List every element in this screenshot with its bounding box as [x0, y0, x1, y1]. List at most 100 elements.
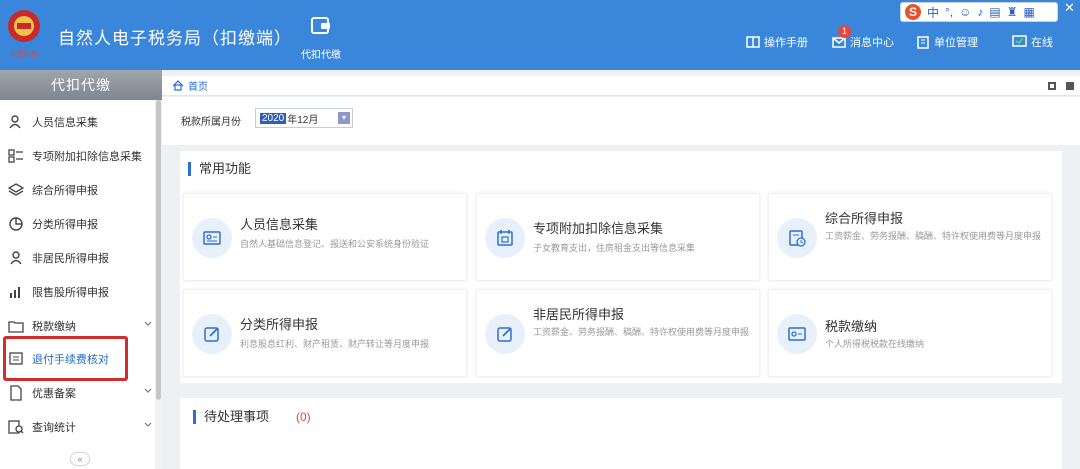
sidebar-item-label: 非居民所得申报: [32, 253, 109, 265]
filter-bar: 税款所属月份 2020 年12月 ▾: [162, 97, 1080, 145]
message-count-badge: 1: [838, 25, 851, 38]
card-tax-payment[interactable]: 税款缴纳 个人所得税税款在线缴纳: [768, 289, 1052, 377]
card-title: 非居民所得申报: [533, 307, 625, 322]
ime-toolbar[interactable]: S 中 °, ☺ ♪ ▤ ♜ ▦: [900, 2, 1058, 22]
sidebar-item-label: 税款缴纳: [32, 321, 76, 333]
card-classified-income[interactable]: 分类所得申报 利息股息红利、财产租赁、财产转让等月度申报: [183, 289, 467, 377]
emoji-icon[interactable]: ☺: [959, 5, 971, 19]
punctuation-icon[interactable]: °,: [945, 5, 953, 19]
card-description: 子女教育支出，住房租金支出等信息采集: [533, 243, 696, 253]
svg-text:中国税务: 中国税务: [10, 49, 38, 58]
common-functions-panel: 常用功能 人员信息采集 自然人基础信息登记、报送和公安系统身份验证 专项附加扣除…: [180, 151, 1062, 383]
breadcrumb-home[interactable]: 首页: [188, 78, 208, 93]
sidebar-item-personnel-info[interactable]: 人员信息采集: [0, 105, 155, 139]
sidebar-item-label: 专项附加扣除信息采集: [32, 151, 142, 163]
card-title: 税款缴纳: [825, 319, 878, 334]
sidebar-item-label: 限售股所得申报: [32, 287, 109, 299]
sidebar-title: 代扣代缴: [0, 70, 162, 100]
sidebar-item-nonresident-income[interactable]: 非居民所得申报: [0, 241, 155, 275]
clipboard-clock-icon: [777, 218, 817, 258]
tax-month-picker[interactable]: 2020 年12月 ▾: [255, 108, 353, 128]
sidebar-item-query-statistics[interactable]: 查询统计: [0, 410, 155, 444]
sidebar-scrollbar[interactable]: [155, 100, 162, 469]
monitor-check-icon: [1012, 35, 1027, 47]
card-nonresident-income[interactable]: 非居民所得申报 工资薪金、劳务报酬、稿酬、特许权使用费等月度申报: [476, 289, 760, 377]
card-title: 分类所得申报: [240, 317, 319, 332]
book-icon: [746, 36, 760, 48]
card-description: 工资薪金、劳务报酬、稿酬、特许权使用费等月度申报: [825, 231, 1042, 241]
sidebar-item-restricted-stock[interactable]: 限售股所得申报: [0, 275, 155, 309]
restore-window-icon[interactable]: [1048, 82, 1056, 90]
tax-emblem-logo: 中国税务: [8, 10, 40, 58]
person-icon: [9, 115, 21, 129]
calendar-document-icon: [485, 218, 525, 258]
app-header: 中国税务 自然人电子税务局（扣缴端） 代扣代缴 操作手册 消息中心 1 单位管理…: [0, 0, 1080, 70]
pending-items-count: (0): [296, 410, 311, 424]
tax-month-value[interactable]: 年12月: [287, 111, 318, 126]
edit-icon: [485, 314, 525, 354]
tax-month-label: 税款所属月份: [181, 117, 241, 128]
tax-year-value[interactable]: 2020: [260, 112, 287, 124]
id-card-icon: [192, 218, 232, 258]
breadcrumb: 首页: [162, 76, 1080, 96]
message-center-label: 消息中心: [850, 37, 894, 49]
maximize-window-icon[interactable]: [1066, 82, 1074, 90]
sidebar-item-special-deduction[interactable]: 专项附加扣除信息采集: [0, 139, 155, 173]
close-icon[interactable]: ✕: [1064, 0, 1075, 16]
skin-icon[interactable]: ♜: [1007, 5, 1018, 19]
search-document-icon: [8, 420, 24, 434]
bar-chart-icon: [10, 287, 20, 298]
sidebar-item-preferential-filing[interactable]: 优惠备案: [0, 376, 155, 410]
scrollbar-thumb[interactable]: [156, 100, 161, 400]
tab-withholding[interactable]: 代扣代缴: [296, 14, 346, 64]
home-icon: [172, 80, 184, 91]
card-title: 综合所得申报: [825, 211, 904, 226]
manual-label: 操作手册: [764, 37, 808, 49]
chevron-down-icon: [144, 388, 152, 393]
unit-management-link[interactable]: 单位管理: [916, 34, 978, 50]
sidebar-item-label: 优惠备案: [32, 388, 76, 400]
pending-items-title: 待处理事项: [193, 410, 269, 424]
user-icon: [10, 251, 22, 265]
grid-list-icon: [8, 149, 23, 163]
chevron-down-icon: [144, 321, 152, 326]
microphone-icon[interactable]: ♪: [977, 5, 983, 19]
card-description: 个人所得税税款在线缴纳: [825, 339, 925, 349]
card-personnel-info[interactable]: 人员信息采集 自然人基础信息登记、报送和公安系统身份验证: [183, 193, 467, 281]
common-functions-title: 常用功能: [188, 162, 251, 176]
app-title: 自然人电子税务局（扣缴端）: [58, 29, 292, 48]
toolbox-icon[interactable]: ▦: [1024, 5, 1035, 19]
sidebar-collapse-button[interactable]: «: [70, 452, 90, 466]
folder-icon: [8, 321, 24, 333]
file-icon: [10, 385, 22, 401]
layers-icon: [8, 183, 24, 196]
card-special-deduction[interactable]: 专项附加扣除信息采集 子女教育支出，住房租金支出等信息采集: [476, 193, 760, 281]
sidebar-item-classified-income[interactable]: 分类所得申报: [0, 207, 155, 241]
unit-management-label: 单位管理: [934, 37, 978, 49]
online-status[interactable]: 在线: [1012, 34, 1053, 50]
card-comprehensive-income[interactable]: 综合所得申报 工资薪金、劳务报酬、稿酬、特许权使用费等月度申报: [768, 193, 1052, 281]
pie-chart-icon: [9, 217, 23, 231]
card-description: 自然人基础信息登记、报送和公安系统身份验证: [240, 239, 430, 249]
sidebar-item-label: 人员信息采集: [32, 117, 98, 129]
highlight-annotation-box: [3, 336, 128, 381]
sidebar-item-label: 分类所得申报: [32, 219, 98, 231]
card-title: 专项附加扣除信息采集: [533, 221, 664, 236]
payment-card-icon: [777, 314, 817, 354]
chevron-down-icon: [144, 422, 152, 427]
edit-icon: [192, 314, 232, 354]
manual-link[interactable]: 操作手册: [746, 34, 808, 50]
card-description: 利息股息红利、财产租赁、财产转让等月度申报: [240, 339, 430, 349]
wallet-icon: [311, 17, 330, 34]
keyboard-icon[interactable]: ▤: [989, 5, 1000, 19]
card-description: 工资薪金、劳务报酬、稿酬、特许权使用费等月度申报: [533, 327, 750, 337]
card-title: 人员信息采集: [240, 217, 319, 232]
dropdown-arrow-icon[interactable]: ▾: [338, 112, 350, 124]
sogou-logo-icon: S: [905, 4, 921, 20]
ime-language[interactable]: 中: [927, 4, 939, 21]
pending-items-panel: 待处理事项 (0): [180, 398, 1062, 469]
tab-withholding-label: 代扣代缴: [301, 50, 341, 61]
sidebar-item-comprehensive-income[interactable]: 综合所得申报: [0, 173, 155, 207]
building-icon: [917, 36, 929, 49]
sidebar-item-label: 查询统计: [32, 422, 76, 434]
